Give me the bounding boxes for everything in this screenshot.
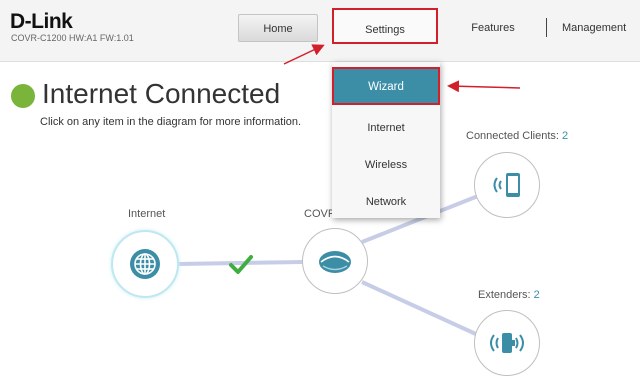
internet-node-label: Internet	[128, 208, 166, 220]
arrow-to-wizard	[447, 80, 521, 93]
menu-item-wizard[interactable]: Wizard	[332, 67, 440, 105]
nav-home-button[interactable]: Home	[238, 14, 318, 42]
diagram-hint: Click on any item in the diagram for mor…	[40, 116, 302, 128]
wireless-device-icon	[493, 173, 520, 197]
covr-extenders-line	[361, 280, 479, 337]
nav-management-button[interactable]: Management	[562, 14, 640, 42]
clients-node-label: Connected Clients: 2	[466, 130, 568, 142]
router-icon	[319, 251, 351, 273]
nav-features-button[interactable]: Features	[452, 14, 534, 42]
extenders-label-text: Extenders:	[478, 289, 531, 301]
dlink-logo: D-Link	[10, 10, 73, 33]
extenders-node[interactable]	[474, 310, 540, 376]
internet-node[interactable]	[111, 230, 179, 298]
extender-icon	[490, 333, 524, 353]
page-title: Internet Connected	[42, 78, 281, 109]
nav-divider	[546, 18, 547, 37]
globe-icon	[130, 249, 160, 279]
model-info: COVR-C1200 HW:A1 FW:1.01	[11, 33, 134, 43]
menu-item-network[interactable]: Network	[332, 190, 440, 214]
extenders-count: 2	[533, 289, 540, 301]
covr-node-label: COVR	[304, 208, 336, 220]
extenders-node-label: Extenders: 2	[478, 289, 540, 301]
menu-item-wireless[interactable]: Wireless	[332, 153, 440, 177]
status-indicator-icon	[11, 84, 35, 108]
connected-clients-node[interactable]	[474, 152, 540, 218]
clients-count: 2	[562, 130, 569, 142]
clients-label-text: Connected Clients:	[466, 130, 559, 142]
menu-item-internet[interactable]: Internet	[332, 116, 440, 140]
covr-router-node[interactable]	[302, 228, 368, 294]
header-bar: D-Link COVR-C1200 HW:A1 FW:1.01 Home Set…	[0, 0, 640, 62]
nav-settings-button[interactable]: Settings	[332, 8, 438, 44]
settings-dropdown-menu: Wizard Internet Wireless Network	[332, 62, 440, 218]
internet-covr-line	[177, 260, 304, 266]
